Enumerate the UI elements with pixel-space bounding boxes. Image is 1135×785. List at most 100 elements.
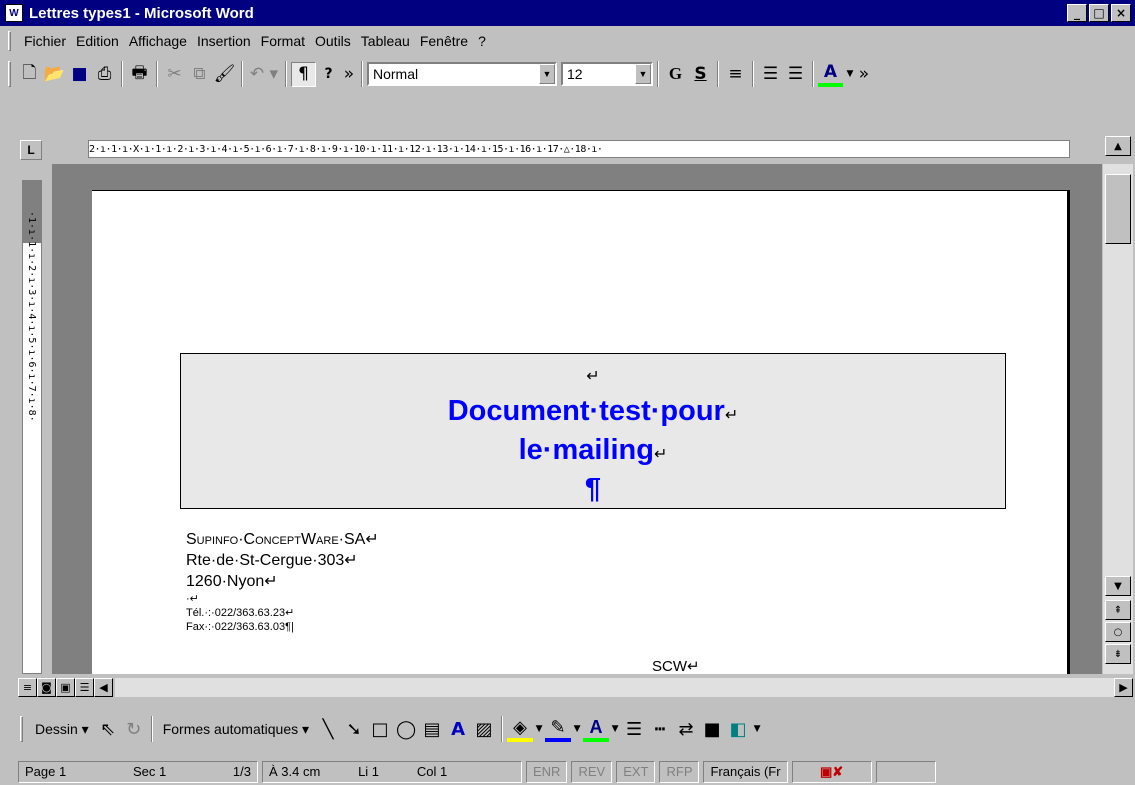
scroll-up-icon[interactable]: ▲ xyxy=(1105,136,1131,156)
underline-button[interactable]: S xyxy=(688,62,713,87)
status-position[interactable]: Page 1 Sec 1 1/3 xyxy=(18,760,258,783)
horizontal-ruler[interactable]: 2·ı·1·ı·X·ı·1·ı·2·ı·3·ı·4·ı·5·ı·6·ı·7·ı·… xyxy=(88,140,1070,158)
scroll-right-icon[interactable]: ▶ xyxy=(1114,677,1133,697)
arrow-style-icon[interactable]: ⇄ xyxy=(673,716,699,742)
status-rfp[interactable]: RFP xyxy=(659,760,700,783)
word-app-icon[interactable]: W xyxy=(5,4,23,22)
select-objects-icon[interactable]: ⇖ xyxy=(95,716,121,742)
show-formatting-icon[interactable]: ¶ xyxy=(291,61,316,87)
more-buttons-icon[interactable]: » xyxy=(341,62,357,87)
help-icon[interactable]: ? xyxy=(316,62,341,87)
heading-frame[interactable]: ↵ Document·test·pour↵ le·mailing↵ ¶ xyxy=(180,353,1006,509)
menu-help[interactable]: ? xyxy=(473,33,491,49)
vertical-ruler[interactable]: ·1·ı·1·ı·2·ı·3·ı·4·ı·5·ı·6·ı·7·ı·8· xyxy=(22,180,42,674)
scroll-thumb[interactable] xyxy=(1105,174,1131,244)
status-rev[interactable]: REV xyxy=(571,760,613,783)
bold-button[interactable]: G xyxy=(663,62,688,87)
outline-view-icon[interactable]: ☰ xyxy=(75,677,94,697)
font-size-value: 12 xyxy=(567,66,583,82)
web-layout-view-icon[interactable]: ◙ xyxy=(37,677,56,697)
drawbar-grip[interactable] xyxy=(20,716,23,742)
scroll-left-icon[interactable]: ◀ xyxy=(94,677,113,697)
open-folder-icon[interactable]: 📂 xyxy=(42,62,67,87)
copy-icon[interactable]: ⧉ xyxy=(187,62,212,87)
shadow-icon[interactable]: ■ xyxy=(699,716,725,742)
menu-affichage[interactable]: Affichage xyxy=(124,33,192,49)
autoshapes-menu-button[interactable]: Formes automatiques ▾ xyxy=(157,721,315,738)
fill-color-icon[interactable]: ◈ xyxy=(507,716,534,742)
menu-edition[interactable]: Edition xyxy=(71,33,124,49)
chevron-down-icon[interactable]: ▼ xyxy=(751,716,763,742)
next-page-icon[interactable]: ⇟ xyxy=(1105,644,1131,664)
format-painter-icon[interactable]: 🖌 xyxy=(212,62,237,87)
dash-style-icon[interactable]: ┅ xyxy=(647,716,673,742)
status-enr[interactable]: ENR xyxy=(526,760,568,783)
font-color-button[interactable]: A xyxy=(818,62,843,87)
cut-icon[interactable]: ✂ xyxy=(162,62,187,87)
free-rotate-icon[interactable]: ↻ xyxy=(121,716,147,742)
scroll-down-icon[interactable]: ▼ xyxy=(1105,576,1131,596)
wordart-icon[interactable]: A xyxy=(445,716,471,742)
style-select[interactable]: Normal ▼ xyxy=(367,62,557,86)
status-page: Page 1 xyxy=(25,764,67,779)
menu-insertion[interactable]: Insertion xyxy=(192,33,256,49)
align-justify-icon[interactable]: ≡ xyxy=(723,62,748,87)
more-buttons-icon[interactable]: » xyxy=(857,62,871,87)
chevron-down-icon[interactable]: ▼ xyxy=(843,62,857,87)
arrow-icon[interactable]: ➘ xyxy=(341,716,367,742)
clipart-icon[interactable]: ▨ xyxy=(471,716,497,742)
oval-icon[interactable]: ◯ xyxy=(393,716,419,742)
page-layout-view-icon[interactable]: ▣ xyxy=(56,677,75,697)
sender-address[interactable]: Supinfo·ConceptWare·SA↵ Rte·de·St-Cergue… xyxy=(186,529,379,634)
horizontal-scrollbar[interactable] xyxy=(115,677,1114,697)
chevron-down-icon[interactable]: ▼ xyxy=(635,64,651,84)
menu-grip[interactable] xyxy=(8,31,11,51)
status-page-count: 1/3 xyxy=(232,764,251,779)
vertical-scrollbar[interactable]: ▼ ⇞ ○ ⇟ xyxy=(1103,164,1133,674)
bullet-list-icon[interactable]: ☰ xyxy=(783,62,808,87)
menu-outils[interactable]: Outils xyxy=(310,33,356,49)
chevron-down-icon[interactable]: ▼ xyxy=(571,716,583,742)
text-box-icon[interactable]: ▤ xyxy=(419,716,445,742)
chevron-down-icon[interactable]: ▼ xyxy=(539,64,555,84)
address-street: Rte·de·St-Cergue·303↵ xyxy=(186,552,358,569)
menu-format[interactable]: Format xyxy=(256,33,310,49)
document-page[interactable]: ↵ Document·test·pour↵ le·mailing↵ ¶ Supi… xyxy=(92,190,1070,675)
numbered-list-icon[interactable]: ☰ xyxy=(758,62,783,87)
spelling-status-icon[interactable]: ▣✘ xyxy=(791,760,872,783)
dessin-menu-button[interactable]: Dessin ▾ xyxy=(29,721,95,738)
print-preview-icon[interactable]: ⎙ xyxy=(92,62,117,87)
status-language[interactable]: Français (Fr xyxy=(703,760,788,783)
close-button[interactable]: × xyxy=(1111,4,1131,22)
drawing-font-color-icon[interactable]: A xyxy=(583,716,610,742)
print-icon[interactable]: 🖶 xyxy=(127,62,152,87)
menu-fichier[interactable]: Fichier xyxy=(19,33,71,49)
toolbar-grip[interactable] xyxy=(8,61,11,87)
status-cursor[interactable]: À 3.4 cm Li 1 Col 1 xyxy=(262,760,522,783)
chevron-down-icon[interactable]: ▼ xyxy=(533,716,545,742)
normal-view-icon[interactable]: ≡ xyxy=(18,677,37,697)
rectangle-icon[interactable]: □ xyxy=(367,716,393,742)
line-color-icon[interactable]: ✎ xyxy=(545,716,572,742)
undo-icon[interactable]: ↶ ▾ xyxy=(247,62,281,87)
status-at: À 3.4 cm xyxy=(269,764,321,779)
browse-object-icon[interactable]: ○ xyxy=(1105,622,1131,642)
maximize-button[interactable]: □ xyxy=(1089,4,1109,22)
font-size-select[interactable]: 12 ▼ xyxy=(561,62,653,86)
address-company: Supinfo·ConceptWare·SA↵ xyxy=(186,531,379,548)
tab-stop-selector[interactable]: L xyxy=(20,140,42,160)
menu-tableau[interactable]: Tableau xyxy=(356,33,415,49)
ruler-scale: 2·ı·1·ı·X·ı·1·ı·2·ı·3·ı·4·ı·5·ı·6·ı·7·ı·… xyxy=(89,143,603,155)
status-ext[interactable]: EXT xyxy=(616,760,656,783)
3d-icon[interactable]: ◧ xyxy=(725,716,751,742)
menu-fenetre[interactable]: Fenêtre xyxy=(415,33,473,49)
new-document-icon[interactable]: 🗋 xyxy=(17,62,42,87)
minimize-button[interactable]: _ xyxy=(1067,4,1087,22)
line-style-icon[interactable]: ☰ xyxy=(621,716,647,742)
line-icon[interactable]: ╲ xyxy=(315,716,341,742)
previous-page-icon[interactable]: ⇞ xyxy=(1105,600,1131,620)
chevron-down-icon[interactable]: ▼ xyxy=(609,716,621,742)
save-icon[interactable]: ■ xyxy=(67,62,92,87)
heading-line-1: Document·test·pour↵ xyxy=(447,395,739,427)
heading-line-2: le·mailing↵ xyxy=(518,434,668,466)
